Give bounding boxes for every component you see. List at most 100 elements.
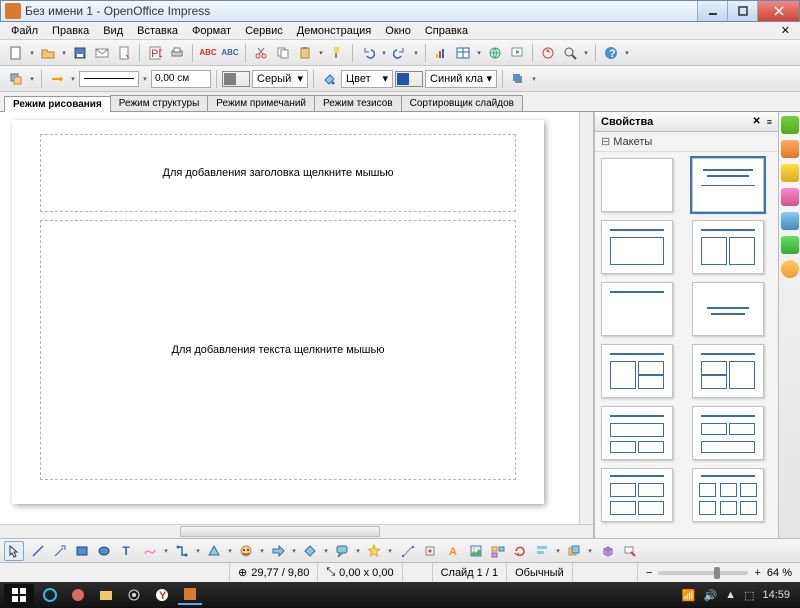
vertical-scrollbar[interactable]: [579, 112, 593, 524]
glue-points-tool[interactable]: [420, 541, 440, 561]
cut-button[interactable]: [251, 43, 271, 63]
block-arrows-tool[interactable]: [268, 541, 288, 561]
taskbar-explorer-icon[interactable]: [94, 585, 118, 605]
panel-menu-icon[interactable]: ≡: [767, 117, 772, 127]
ellipse-tool[interactable]: [94, 541, 114, 561]
symbol-shapes-tool[interactable]: [236, 541, 256, 561]
layout-4box[interactable]: [601, 468, 673, 522]
table-button[interactable]: [453, 43, 473, 63]
interaction-tool[interactable]: [620, 541, 640, 561]
window-maximize-button[interactable]: [727, 1, 757, 21]
content-placeholder[interactable]: Для добавления текста щелкните мышью: [40, 220, 516, 480]
arrange-button[interactable]: [6, 69, 26, 89]
callout-tool[interactable]: [332, 541, 352, 561]
shadow-button[interactable]: [508, 69, 528, 89]
curve-tool[interactable]: [140, 541, 160, 561]
spellcheck-button[interactable]: ABC: [198, 43, 218, 63]
layout-1over2[interactable]: [601, 406, 673, 460]
fontwork-tool[interactable]: A: [444, 541, 464, 561]
export-pdf-button[interactable]: PDF: [145, 43, 165, 63]
status-zoom[interactable]: − + 64 %: [638, 563, 800, 582]
taskbar-browser-icon[interactable]: Y: [150, 585, 174, 605]
zoom-value[interactable]: 64 %: [767, 567, 792, 579]
menu-edit[interactable]: Правка: [47, 24, 94, 38]
layout-centered-text[interactable]: [692, 282, 764, 336]
paste-button[interactable]: [295, 43, 315, 63]
line-arrow-style[interactable]: [47, 69, 67, 89]
copy-button[interactable]: [273, 43, 293, 63]
align-tool[interactable]: [532, 541, 552, 561]
layout-title-content[interactable]: [692, 158, 764, 212]
flowchart-tool[interactable]: [300, 541, 320, 561]
taskbar-impress-icon[interactable]: [178, 585, 202, 605]
basic-shapes-tool[interactable]: [204, 541, 224, 561]
deck-navigator-icon[interactable]: [781, 236, 799, 254]
arrow-tool[interactable]: [50, 541, 70, 561]
fill-color-picker[interactable]: [395, 71, 423, 87]
text-tool[interactable]: T: [116, 541, 136, 561]
panel-close-icon[interactable]: ✕: [752, 116, 760, 127]
deck-properties-icon[interactable]: [781, 116, 799, 134]
layout-title-2col[interactable]: [692, 220, 764, 274]
zoom-slider[interactable]: [658, 571, 748, 575]
autospell-button[interactable]: ABC: [220, 43, 240, 63]
tab-handout[interactable]: Режим тезисов: [314, 95, 402, 111]
format-paintbrush-button[interactable]: [327, 43, 347, 63]
taskbar-settings-icon[interactable]: [122, 585, 146, 605]
menu-insert[interactable]: Вставка: [132, 24, 183, 38]
line-color-name[interactable]: Серый▾: [252, 70, 308, 88]
taskbar-music-icon[interactable]: [66, 585, 90, 605]
from-file-tool[interactable]: [466, 541, 486, 561]
select-tool[interactable]: [4, 541, 24, 561]
line-color-picker[interactable]: [222, 71, 250, 87]
zoom-out-icon[interactable]: −: [646, 567, 652, 579]
fill-style-button[interactable]: [319, 69, 339, 89]
menu-format[interactable]: Формат: [187, 24, 236, 38]
menu-file[interactable]: Файл: [6, 24, 43, 38]
layout-title-only[interactable]: [601, 282, 673, 336]
save-button[interactable]: [70, 43, 90, 63]
title-placeholder[interactable]: Для добавления заголовка щелкните мышью: [40, 134, 516, 212]
print-button[interactable]: [167, 43, 187, 63]
line-tool[interactable]: [28, 541, 48, 561]
hyperlink-button[interactable]: [485, 43, 505, 63]
deck-gallery-icon[interactable]: [781, 212, 799, 230]
window-close-button[interactable]: [757, 1, 799, 21]
zoom-in-icon[interactable]: +: [754, 567, 760, 579]
tab-sorter[interactable]: Сортировщик слайдов: [401, 95, 523, 111]
extrusion-tool[interactable]: [598, 541, 618, 561]
points-tool[interactable]: [398, 541, 418, 561]
window-minimize-button[interactable]: [697, 1, 727, 21]
section-layouts[interactable]: Макеты: [595, 132, 778, 152]
horizontal-scrollbar[interactable]: [0, 524, 593, 538]
navigator-button[interactable]: [538, 43, 558, 63]
menu-tools[interactable]: Сервис: [240, 24, 288, 38]
new-button[interactable]: [6, 43, 26, 63]
deck-styles-icon[interactable]: [781, 260, 799, 278]
line-style-select[interactable]: [79, 71, 139, 87]
layout-6box[interactable]: [692, 468, 764, 522]
arrange-tool[interactable]: [564, 541, 584, 561]
start-button[interactable]: [4, 584, 34, 606]
deck-transition-icon[interactable]: [781, 188, 799, 206]
connector-tool[interactable]: [172, 541, 192, 561]
fill-type-select[interactable]: Цвет▾: [341, 70, 393, 88]
slide[interactable]: Для добавления заголовка щелкните мышью …: [12, 120, 544, 504]
tab-notes[interactable]: Режим примечаний: [207, 95, 315, 111]
status-mode[interactable]: Обычный: [507, 563, 573, 582]
menu-slideshow[interactable]: Демонстрация: [292, 24, 377, 38]
layout-blank[interactable]: [601, 158, 673, 212]
deck-master-icon[interactable]: [781, 140, 799, 158]
tab-drawing[interactable]: Режим рисования: [4, 96, 111, 112]
layout-2over1[interactable]: [692, 406, 764, 460]
line-width-spinner[interactable]: 0,00 см: [151, 70, 211, 88]
tray-flag-icon[interactable]: ▲: [725, 589, 736, 601]
stars-tool[interactable]: [364, 541, 384, 561]
email-button[interactable]: [92, 43, 112, 63]
chart-button[interactable]: [431, 43, 451, 63]
taskbar-ie-icon[interactable]: [38, 585, 62, 605]
rectangle-tool[interactable]: [72, 541, 92, 561]
undo-button[interactable]: [358, 43, 378, 63]
redo-button[interactable]: [390, 43, 410, 63]
tab-outline[interactable]: Режим структуры: [110, 95, 208, 111]
